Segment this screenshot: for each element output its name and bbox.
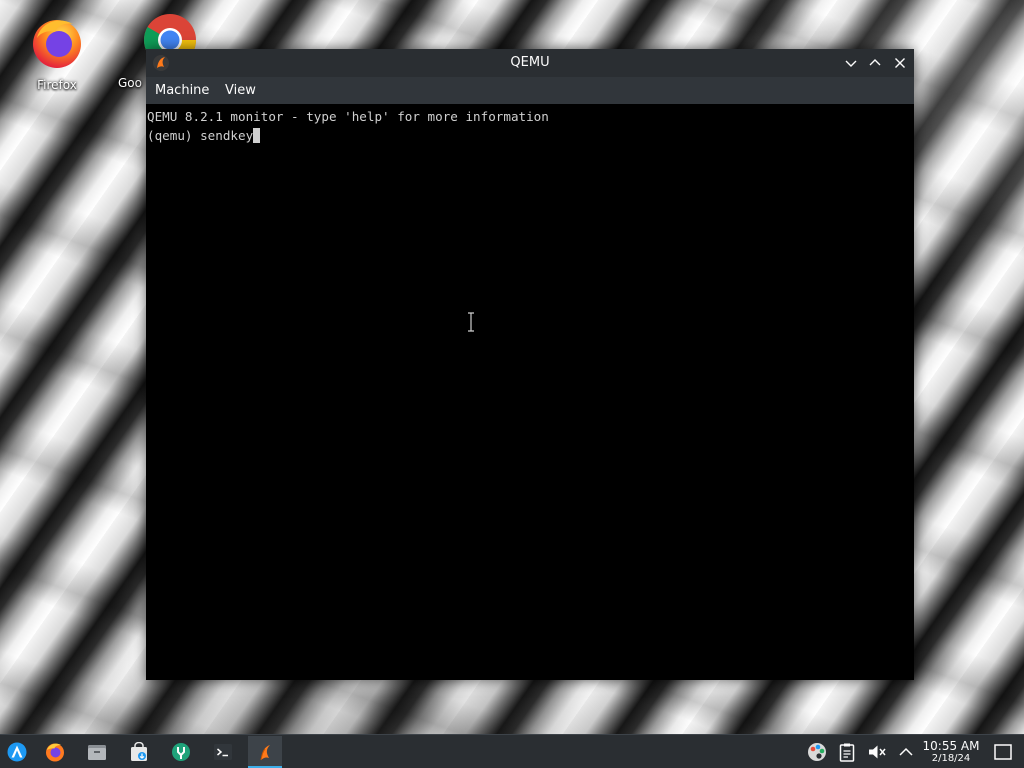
desktop: Firefox Goo QEMU Machine View QEMU 8.2.1…	[0, 0, 1024, 768]
task-qemu[interactable]	[248, 736, 282, 768]
menu-bar: Machine View	[146, 77, 914, 104]
app-launcher-icon	[7, 742, 27, 762]
palette-icon[interactable]	[807, 742, 827, 762]
chevron-up-icon[interactable]	[896, 742, 916, 762]
ibeam-cursor-icon	[468, 312, 474, 332]
monitor-console[interactable]: QEMU 8.2.1 monitor - type 'help' for mor…	[146, 104, 914, 680]
taskbar: 10:55 AM 2/18/24	[0, 734, 1024, 768]
firefox-icon	[46, 743, 64, 762]
text-cursor	[253, 128, 261, 143]
clock-date: 2/18/24	[931, 753, 971, 764]
console-prompt-line: (qemu) sendkey	[147, 126, 913, 145]
task-file-manager[interactable]	[80, 736, 114, 768]
app-launcher-button[interactable]	[0, 736, 34, 768]
clipboard-icon[interactable]	[837, 742, 857, 762]
desktop-icon-label: Firefox	[37, 78, 77, 92]
console-line: (qemu) sendkey	[147, 128, 254, 143]
file-manager-icon	[88, 745, 106, 760]
qemu-window[interactable]: QEMU Machine View QEMU 8.2.1 monitor - t…	[146, 49, 914, 680]
volume-muted-icon[interactable]	[867, 742, 887, 762]
task-firefox[interactable]	[38, 736, 72, 768]
task-system-settings[interactable]	[164, 736, 198, 768]
shopping-bag-icon	[131, 742, 147, 761]
console-line: QEMU 8.2.1 monitor - type 'help' for mor…	[147, 109, 549, 124]
menu-view[interactable]: View	[225, 83, 256, 98]
close-icon[interactable]	[891, 54, 909, 72]
clock-time: 10:55 AM	[922, 739, 980, 753]
show-desktop-icon[interactable]	[993, 742, 1013, 762]
system-settings-icon	[172, 743, 190, 761]
firefox-icon	[33, 20, 81, 68]
menu-machine[interactable]: Machine	[155, 83, 209, 98]
clock[interactable]: 10:55 AM 2/18/24	[918, 739, 984, 765]
window-titlebar[interactable]: QEMU	[146, 49, 914, 77]
qemu-icon	[260, 745, 270, 761]
window-title: QEMU	[510, 55, 550, 70]
task-terminal[interactable]	[206, 736, 240, 768]
maximize-icon[interactable]	[866, 54, 884, 72]
task-software-store[interactable]	[122, 736, 156, 768]
minimize-icon[interactable]	[842, 54, 860, 72]
desktop-icon-firefox[interactable]: Firefox	[12, 14, 102, 92]
terminal-icon	[214, 744, 232, 760]
